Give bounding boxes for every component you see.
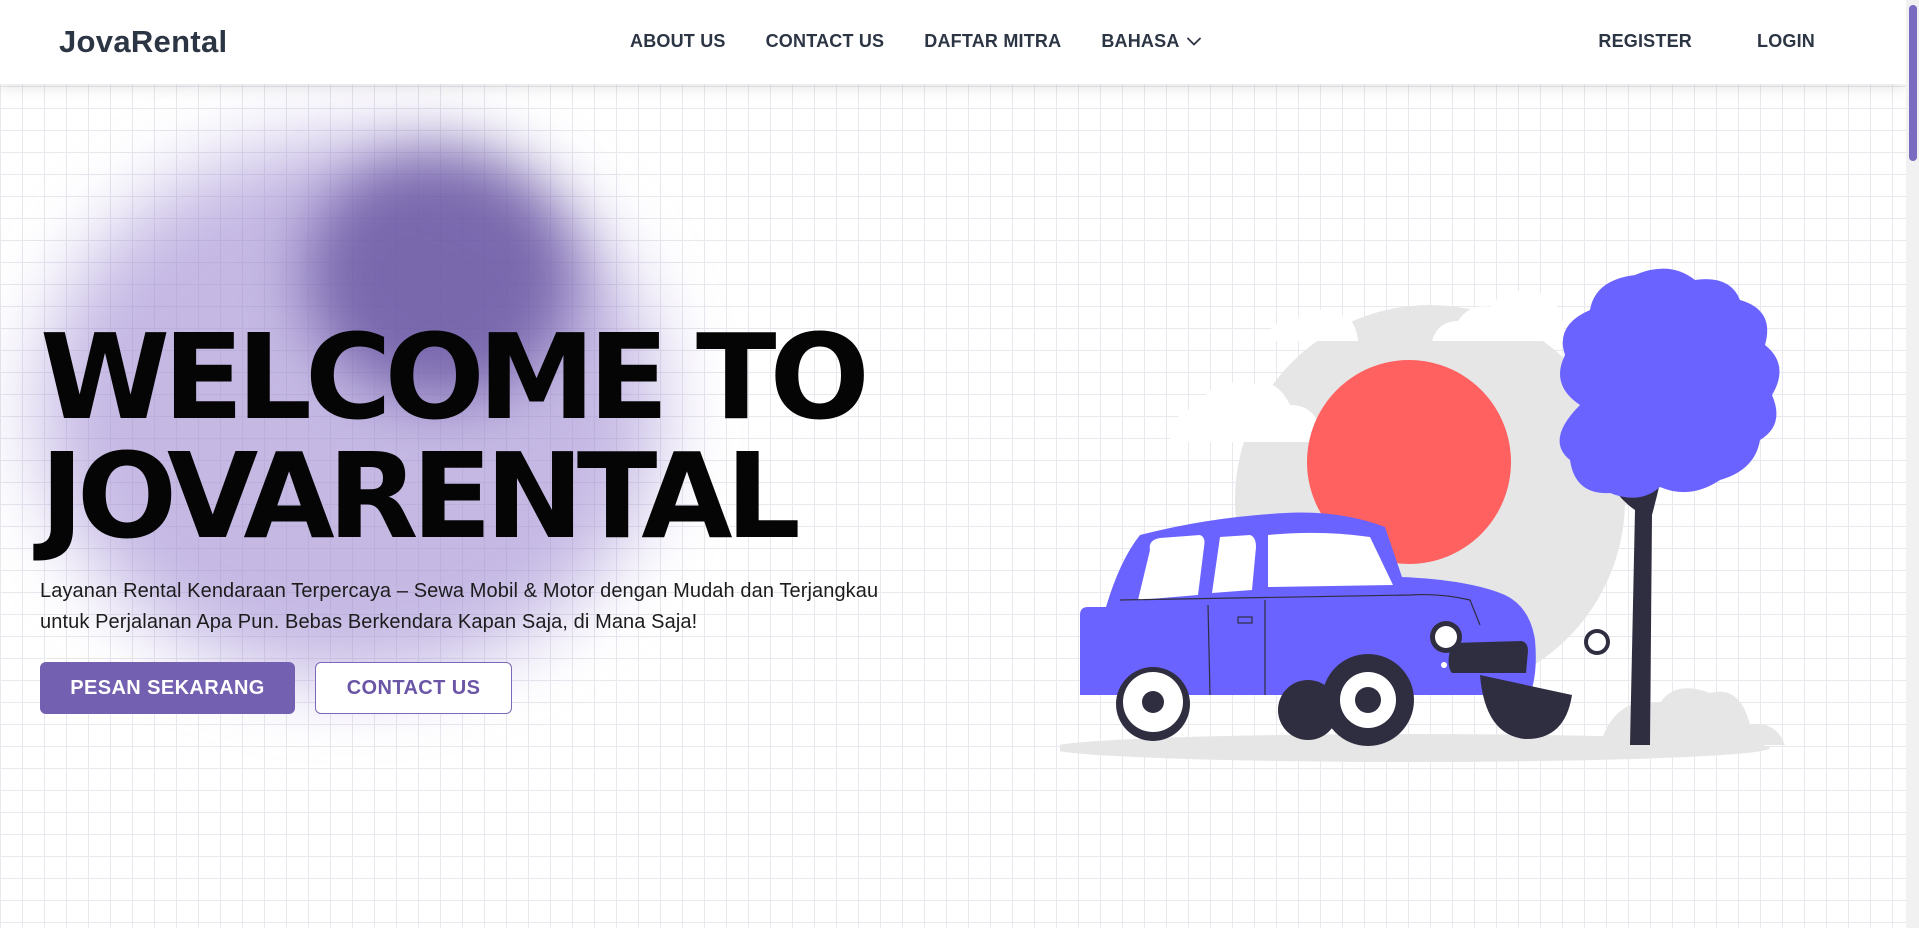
hero-title-line-1: WELCOME TO: [40, 308, 870, 446]
hero-section: WELCOME TO JOVARENTAL Layanan Rental Ken…: [40, 318, 920, 714]
register-link[interactable]: REGISTER: [1598, 31, 1692, 52]
scrollbar-thumb[interactable]: [1909, 5, 1917, 161]
chevron-down-icon: [1186, 37, 1201, 46]
auth-nav: REGISTER LOGIN: [1598, 31, 1815, 52]
contact-us-button[interactable]: CONTACT US: [315, 662, 512, 714]
nav-daftar-mitra[interactable]: DAFTAR MITRA: [924, 31, 1061, 52]
nav-bahasa-dropdown[interactable]: BAHASA: [1101, 31, 1201, 52]
nav-bahasa-label: BAHASA: [1101, 31, 1180, 51]
main-nav: ABOUT US CONTACT US DAFTAR MITRA BAHASA: [630, 31, 1201, 52]
hero-title-line-2: JOVARENTAL: [40, 427, 801, 565]
login-link[interactable]: LOGIN: [1757, 31, 1815, 52]
hero-description: Layanan Rental Kendaraan Terpercaya – Se…: [40, 580, 879, 633]
hero-title: WELCOME TO JOVARENTAL: [40, 318, 920, 556]
nav-about-us[interactable]: ABOUT US: [630, 31, 726, 52]
car-illustration: [1060, 268, 1785, 762]
pesan-sekarang-button[interactable]: PESAN SEKARANG: [40, 662, 295, 714]
nav-contact-us[interactable]: CONTACT US: [766, 31, 885, 52]
page-scrollbar[interactable]: [1906, 0, 1919, 928]
brand-logo[interactable]: JovaRental: [59, 24, 227, 60]
hero-actions: PESAN SEKARANG CONTACT US: [40, 662, 920, 714]
top-navbar: JovaRental ABOUT US CONTACT US DAFTAR MI…: [0, 0, 1906, 84]
